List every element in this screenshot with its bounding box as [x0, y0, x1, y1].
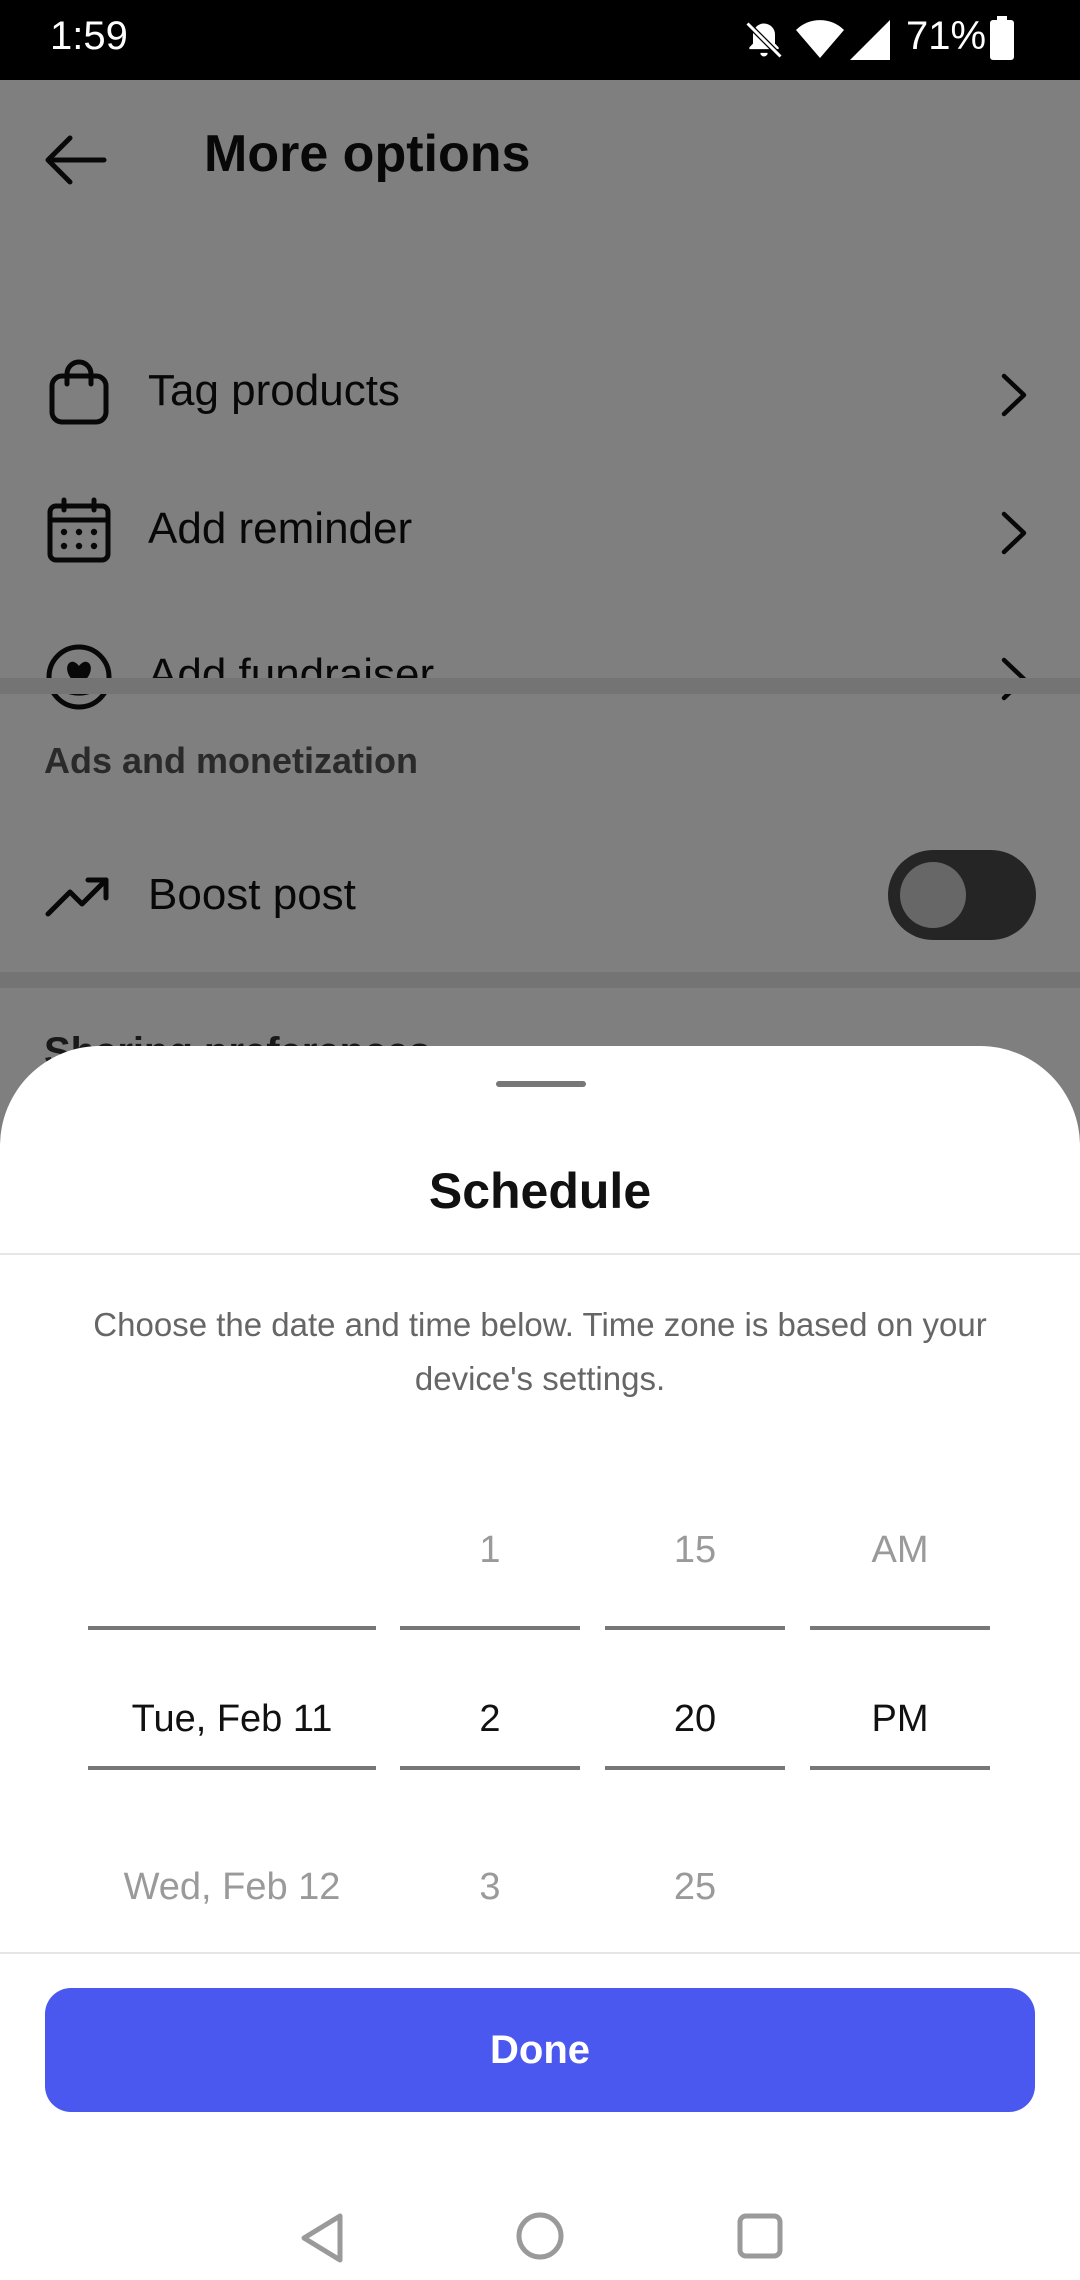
nav-recents-icon[interactable] [736, 2212, 784, 2260]
status-time: 1:59 [50, 14, 128, 58]
selection-line-top [810, 1626, 990, 1630]
selection-line-bottom [605, 1766, 785, 1770]
schedule-bottom-sheet: Schedule Choose the date and time below.… [0, 1046, 1080, 2280]
ampm-option-selected[interactable]: PM [810, 1698, 990, 1741]
status-bar: 1:59 71% [0, 0, 1080, 80]
battery-percent: 71% [906, 14, 987, 58]
ampm-option-above[interactable]: AM [810, 1529, 990, 1572]
bell-off-icon [745, 21, 783, 59]
nav-back-icon[interactable] [296, 2210, 350, 2266]
minute-option-selected[interactable]: 20 [605, 1698, 785, 1741]
date-option-selected[interactable]: Tue, Feb 11 [88, 1698, 376, 1741]
selection-line-bottom [88, 1766, 376, 1770]
done-button[interactable]: Done [45, 1988, 1035, 2112]
nav-home-icon[interactable] [514, 2210, 566, 2262]
minute-option-above[interactable]: 15 [605, 1529, 785, 1572]
hour-option-selected[interactable]: 2 [400, 1698, 580, 1741]
selection-line-bottom [810, 1766, 990, 1770]
hour-option-above[interactable]: 1 [400, 1529, 580, 1572]
sheet-divider [0, 1952, 1080, 1954]
selection-line-top [605, 1626, 785, 1630]
date-option-below[interactable]: Wed, Feb 12 [88, 1866, 376, 1909]
minute-option-below[interactable]: 25 [605, 1866, 785, 1909]
hour-option-below[interactable]: 3 [400, 1866, 580, 1909]
selection-line-bottom [400, 1766, 580, 1770]
battery-icon [990, 16, 1014, 60]
cellular-signal-icon [850, 20, 890, 60]
selection-line-top [400, 1626, 580, 1630]
selection-line-top [88, 1626, 376, 1630]
wifi-icon [796, 20, 844, 58]
